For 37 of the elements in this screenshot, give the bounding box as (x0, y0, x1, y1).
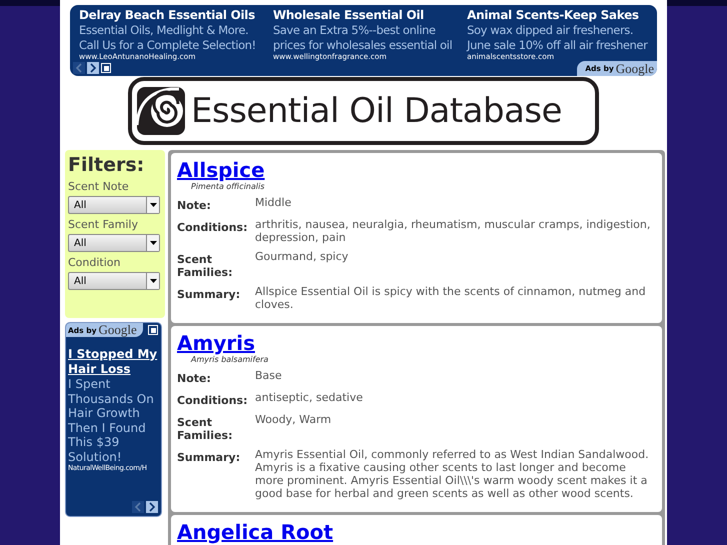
filter-label: Scent Family (68, 218, 139, 231)
ad-text: Essential Oils, Medlight & More. Call Us for a Complete Selection! (79, 23, 257, 52)
filter-dropdown[interactable]: All (68, 234, 160, 252)
oil-name-link[interactable]: Allspice (177, 159, 265, 182)
oil-name-link[interactable]: Amyris (177, 332, 255, 355)
field-label: Conditions: (177, 220, 248, 236)
field-label: Conditions: (177, 393, 248, 407)
filters-heading: Filters: (68, 154, 146, 176)
ad-title-link[interactable]: I Stopped My Hair Loss (68, 347, 159, 377)
field-value: Middle (255, 196, 292, 211)
field-value: antiseptic, sedative (255, 391, 363, 406)
site-title: Essential Oil Database (191, 91, 562, 131)
ad-text: Soy wax dipped air fresheners. June sale 10% off all air freshener (467, 23, 649, 52)
field-label: Scent Families: (177, 252, 234, 279)
field-label: Summary: (177, 450, 242, 466)
field-value: Gourmand, spicy (255, 250, 348, 265)
ad-text: Save an Extra 5%--best online prices for wholesales essential oil (273, 23, 454, 52)
oil-name-link[interactable]: Angelica Root (177, 521, 334, 544)
latin-name: Pimenta officinalis (190, 182, 266, 191)
field-label: Summary: (177, 287, 242, 303)
field-value: Woody, Warm (255, 413, 332, 428)
field-label: Scent Families: (177, 415, 234, 442)
field-value: Base (255, 369, 282, 384)
ad-title-link[interactable]: Delray Beach Essential Oils (79, 8, 261, 23)
field-value: Allspice Essential Oil is spicy with the scents of cinnamon, nutmeg and cloves. (255, 285, 647, 311)
field-value: arthritis, nausea, neuralgia, rheumatism, muscular cramps, indigestion, depression, pain (255, 218, 652, 244)
filter-dropdown[interactable]: All (68, 196, 160, 214)
filter-label: Scent Note (68, 180, 130, 193)
field-value: Amyris Essential Oil, commonly referred to as West Indian Sandalwood. Amyris is a fixative causing other scents to last longer and become more prominent. Amyris Essential Oil\\\'s warm woody scent makes it a good base for herbal and green scents as well as other wood scents. (255, 448, 650, 500)
filter-dropdown[interactable]: All (68, 272, 160, 290)
ad-title-link[interactable]: Wholesale Essential Oil (273, 8, 455, 23)
ad-title-link[interactable]: Animal Scents-Keep Sakes (467, 8, 649, 23)
filter-label: Condition (68, 256, 122, 269)
latin-name: Amyris balsamifera (190, 355, 270, 364)
ad-text: I Spent Thousands On Hair Growth Then I Found This $39 Solution! (68, 377, 155, 464)
field-label: Note: (177, 198, 212, 212)
field-label: Note: (177, 371, 212, 385)
